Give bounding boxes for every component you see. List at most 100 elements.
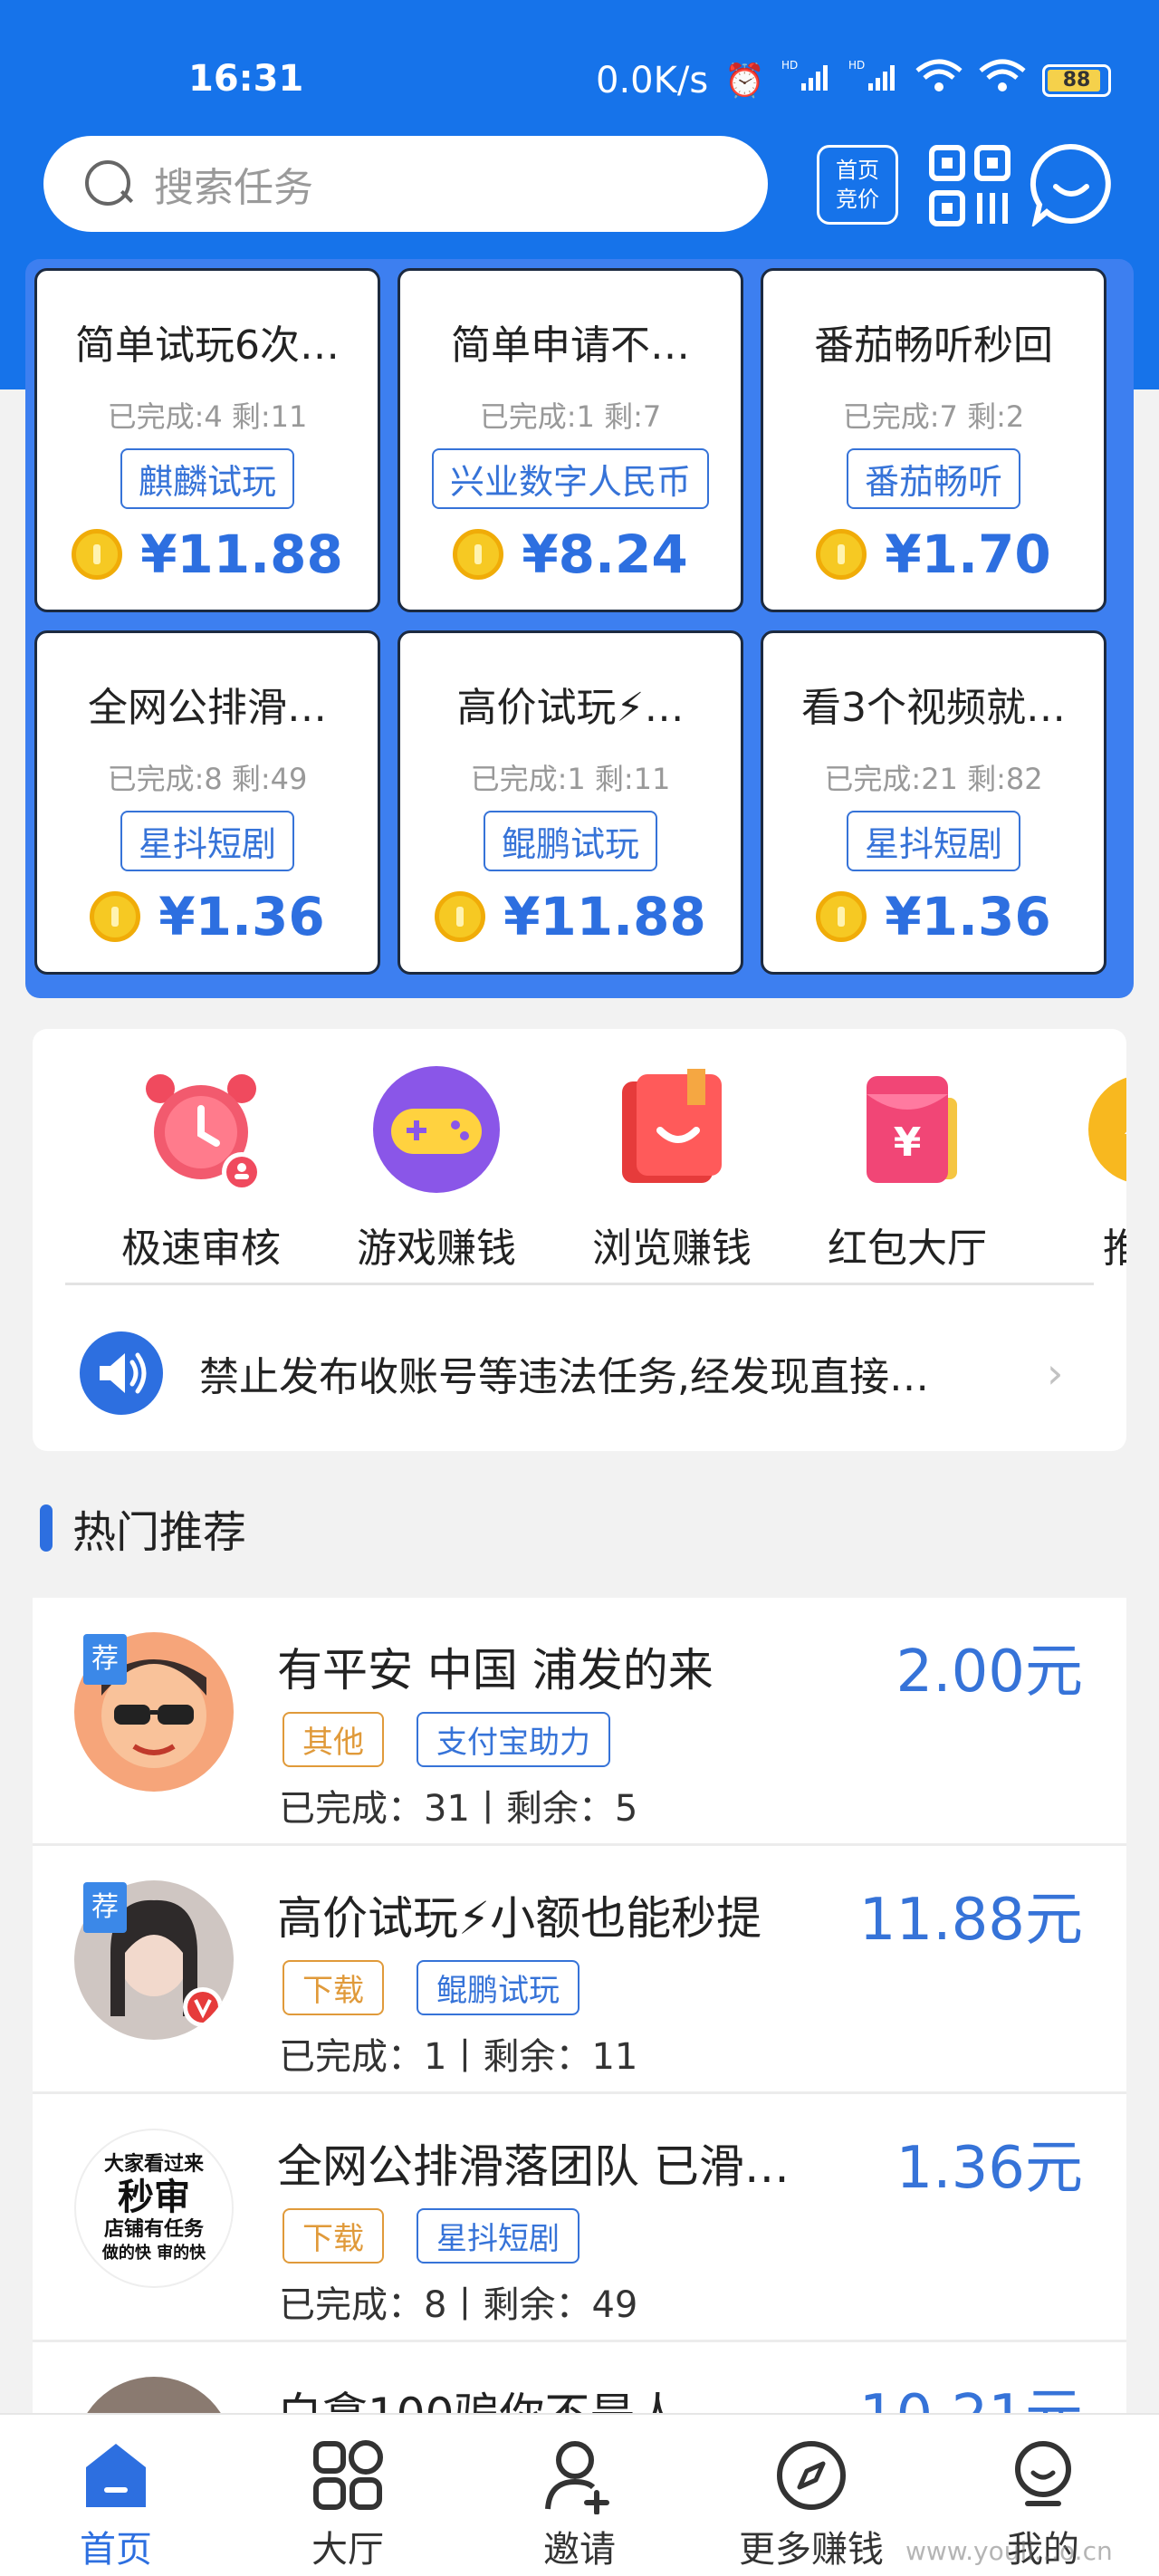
- battery-level: 88: [1062, 68, 1091, 91]
- item-title: 高价试玩⚡小额也能秒提: [277, 1892, 762, 1945]
- task-title: 简单试玩6次…: [75, 322, 340, 369]
- shortcut-browse-earn[interactable]: 浏览赚钱: [563, 1062, 781, 1274]
- chevron-right-icon: ›: [1047, 1349, 1064, 1398]
- task-card[interactable]: 高价试玩⚡… 已完成:1 剩:11 鲲鹏试玩 ¥11.88: [398, 630, 743, 975]
- task-price-row: ¥1.36: [763, 886, 1104, 947]
- item-tags: 下载 鲲鹏试玩: [283, 1960, 580, 2015]
- task-title: 高价试玩⚡…: [456, 685, 685, 731]
- alarm-icon: ⏰: [724, 62, 765, 100]
- platform-tag: 鲲鹏试玩: [417, 1960, 580, 2015]
- shortcut-label: 红包大厅: [828, 1226, 987, 1272]
- recommend-badge: 荐: [83, 1882, 127, 1933]
- task-card[interactable]: 简单申请不… 已完成:1 剩:7 兴业数字人民币 ¥8.24: [398, 268, 743, 612]
- task-stats: 已完成:4 剩:11: [107, 399, 308, 434]
- item-title: 有平安 中国 浦发的来: [277, 1644, 714, 1697]
- hd-signal-icon: HD: [781, 58, 832, 102]
- section-title-text: 热门推荐: [72, 1507, 247, 1558]
- task-card[interactable]: 番茄畅听秒回 已完成:7 剩:2 番茄畅听 ¥1.70: [761, 268, 1106, 612]
- shortcut-label: 游戏赚钱: [357, 1226, 516, 1272]
- item-stats: 已完成：8丨剩余：49: [279, 2284, 638, 2326]
- task-card[interactable]: 简单试玩6次… 已完成:4 剩:11 麒麟试玩 ¥11.88: [34, 268, 380, 612]
- task-price-row: ¥11.88: [400, 886, 741, 947]
- item-title: 白拿100骗你不是人: [277, 2379, 857, 2413]
- list-item[interactable]: 大家看过来 秒审 店铺有任务 做的快 审的快 全网公排滑落团队 已滑… 1.36…: [33, 2094, 1126, 2342]
- speaker-icon: [80, 1331, 163, 1415]
- task-tag: 星抖短剧: [846, 811, 1020, 871]
- task-price: ¥1.36: [158, 886, 325, 947]
- avatar: 大家看过来 秒审 店铺有任务 做的快 审的快: [74, 2129, 234, 2288]
- shortcut-label: 浏览赚钱: [592, 1226, 752, 1272]
- status-bar: 16:31 0.0K/s ⏰ HD HD 88: [0, 0, 1159, 136]
- task-stats: 已完成:7 剩:2: [842, 399, 1025, 434]
- search-icon: [83, 159, 134, 209]
- homepage-bid-button[interactable]: 首页 竞价: [817, 145, 898, 225]
- message-icon[interactable]: [1029, 141, 1114, 228]
- nav-label: 邀请: [543, 2529, 616, 2571]
- wifi-icon: [979, 58, 1026, 102]
- avatar-text: 大家看过来: [103, 2153, 204, 2176]
- task-tag: 兴业数字人民币: [431, 448, 709, 509]
- hd-signal-icon: HD: [848, 58, 899, 102]
- task-tag: 番茄畅听: [846, 448, 1020, 509]
- list-item[interactable]: 白拿100骗你不是人 10.21元: [33, 2342, 1126, 2413]
- home-icon: [77, 2437, 155, 2514]
- task-price: ¥8.24: [522, 524, 688, 585]
- recommend-badge: 荐: [83, 1634, 127, 1685]
- svg-text:HD: HD: [781, 59, 798, 72]
- coin-icon: [435, 891, 486, 942]
- svg-text:¥: ¥: [894, 1120, 922, 1166]
- status-icons: 0.0K/s ⏰ HD HD 88: [596, 58, 1111, 102]
- shortcut-label: 极速审核: [121, 1226, 281, 1272]
- nav-label: 首页: [80, 2529, 152, 2571]
- shortcut-fast-review[interactable]: 极速审核: [92, 1062, 310, 1274]
- wifi-icon: [915, 58, 963, 102]
- task-title: 全网公排滑…: [88, 685, 327, 731]
- category-tag: 下载: [283, 2208, 384, 2264]
- task-price: ¥1.70: [885, 524, 1051, 585]
- task-title: 简单申请不…: [451, 322, 690, 369]
- avatar-text: 秒审: [118, 2177, 190, 2218]
- task-grid: 简单试玩6次… 已完成:4 剩:11 麒麟试玩 ¥11.88 简单申请不… 已完…: [25, 259, 1134, 998]
- task-price: ¥1.36: [885, 886, 1051, 947]
- shortcut-panel: 极速审核 游戏赚钱 浏览赚钱 ¥ 红包大厅 推 禁止发布收账号等违法任务,经发现…: [33, 1029, 1126, 1451]
- task-card[interactable]: 全网公排滑… 已完成:8 剩:49 星抖短剧 ¥1.36: [34, 630, 380, 975]
- search-placeholder: 搜索任务: [154, 165, 313, 211]
- shortcut-red-envelope[interactable]: ¥ 红包大厅: [799, 1062, 1016, 1274]
- book-icon: [604, 1062, 740, 1197]
- recommend-icon: [1075, 1062, 1126, 1197]
- notice-bar[interactable]: 禁止发布收账号等违法任务,经发现直接… ›: [80, 1328, 1103, 1418]
- section-title: 热门推荐: [40, 1496, 246, 1560]
- red-envelope-icon: ¥: [839, 1062, 975, 1197]
- alarm-clock-icon: [133, 1062, 269, 1197]
- task-stats: 已完成:1 剩:11: [470, 762, 671, 796]
- battery-icon: 88: [1042, 63, 1111, 97]
- shortcut-game-earn[interactable]: 游戏赚钱: [328, 1062, 545, 1274]
- item-tags: 下载 星抖短剧: [283, 2208, 580, 2264]
- search-input[interactable]: 搜索任务: [43, 136, 768, 232]
- nav-home[interactable]: 首页: [0, 2415, 232, 2576]
- task-price: ¥11.88: [140, 524, 343, 585]
- task-title: 番茄畅听秒回: [814, 322, 1053, 369]
- task-price-row: ¥11.88: [37, 524, 378, 585]
- platform-tag: 支付宝助力: [417, 1712, 610, 1767]
- bid-label-line2: 竞价: [836, 187, 879, 212]
- item-price: 10.21元: [859, 2369, 1083, 2413]
- status-time: 16:31: [188, 58, 304, 100]
- watermark: www.youli…o.cn: [905, 2536, 1113, 2566]
- qr-scan-icon[interactable]: [929, 145, 1011, 226]
- item-tags: 其他 支付宝助力: [283, 1712, 610, 1767]
- list-item[interactable]: 荐 有平安 中国 浦发的来 2.00元 其他 支付宝助力 已完成：31丨剩余：5: [33, 1598, 1126, 1846]
- task-card[interactable]: 看3个视频就… 已完成:21 剩:82 星抖短剧 ¥1.36: [761, 630, 1106, 975]
- nav-more-earn[interactable]: 更多赚钱: [695, 2415, 927, 2576]
- task-tag: 星抖短剧: [120, 811, 294, 871]
- bid-label-line1: 首页: [836, 158, 879, 183]
- nav-hall[interactable]: 大厅: [232, 2415, 464, 2576]
- divider: [65, 1283, 1094, 1285]
- item-price: 1.36元: [896, 2135, 1084, 2202]
- compass-icon: [772, 2437, 850, 2514]
- list-item[interactable]: 荐 高价试玩⚡小额也能秒提 11.88元 下载 鲲鹏试玩 已完成：1丨剩余：11: [33, 1846, 1126, 2094]
- nav-invite[interactable]: 邀请: [464, 2415, 695, 2576]
- task-tag: 鲲鹏试玩: [483, 811, 657, 871]
- task-price-row: ¥1.36: [37, 886, 378, 947]
- shortcut-recommend[interactable]: 推荐: [1034, 1062, 1126, 1274]
